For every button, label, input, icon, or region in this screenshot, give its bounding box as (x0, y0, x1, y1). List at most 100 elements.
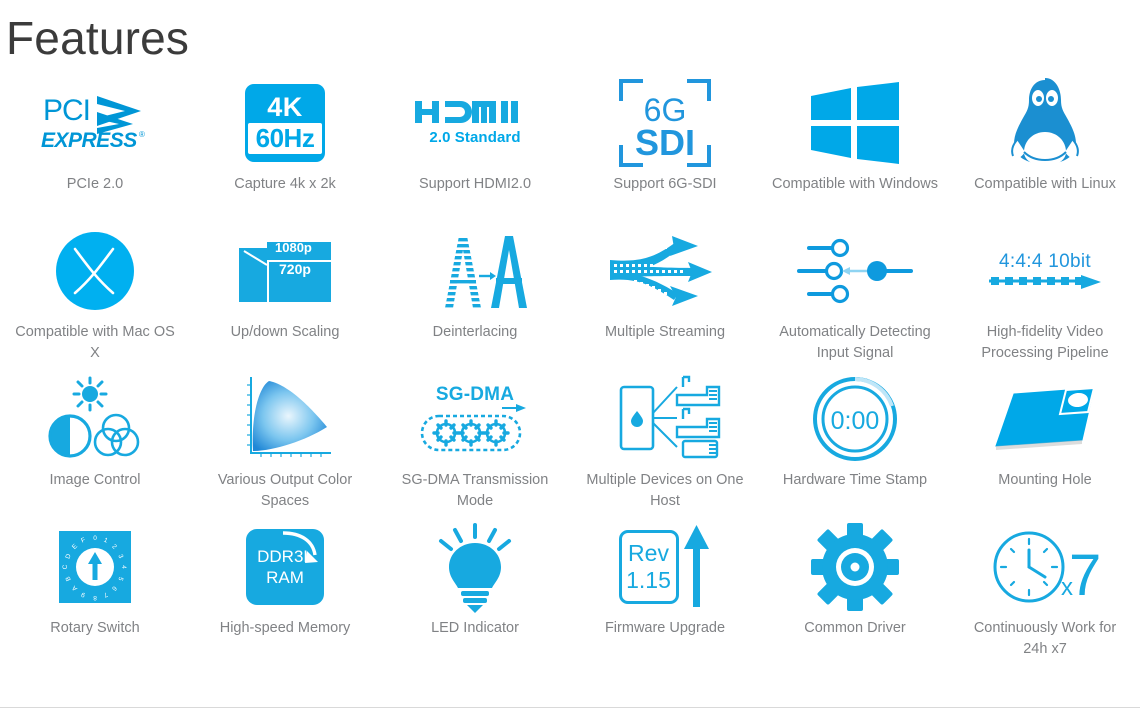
hardware-time-stamp-timer-icon: 0:00 (775, 373, 935, 465)
bottom-divider (0, 707, 1140, 708)
image-control-brightness-icon (15, 373, 175, 465)
ddr3l-ram-badge-icon: DDR3L RAM (205, 521, 365, 613)
feature-item-hdmi: 2.0 Standard Support HDMI2.0 (380, 77, 570, 225)
feature-item-multiple-streaming: Multiple Streaming (570, 225, 760, 373)
feature-label: Image Control (49, 471, 141, 488)
feature-item-deinterlacing: Deinterlacing (380, 225, 570, 373)
feature-label: Deinterlacing (432, 323, 518, 340)
hdmi-standard-text: 2.0 Standard (429, 129, 521, 147)
feature-item-time-stamp: 0:00 Hardware Time Stamp (760, 373, 950, 521)
deinterlacing-aa-icon (395, 225, 555, 317)
feature-label: Various Output Color Spaces (217, 471, 353, 509)
feature-label: Multiple Streaming (604, 323, 726, 340)
svg-text:A: A (70, 583, 78, 591)
led-indicator-bulb-icon (395, 521, 555, 613)
feature-label: Automatically Detecting Input Signal (779, 323, 931, 361)
feature-label: High-speed Memory (219, 619, 351, 636)
svg-text:C: C (62, 564, 69, 569)
feature-item-continuous-work: x 7 Continuously Work for 24h x7 (950, 521, 1140, 669)
svg-text:B: B (65, 575, 73, 582)
feature-item-color-spaces: Various Output Color Spaces (190, 373, 380, 521)
rotary-switch-dial-icon: 0 1 2 3 4 5 6 7 8 9 A B C D E F (15, 521, 175, 613)
feature-label: Continuously Work for 24h x7 (973, 619, 1117, 657)
badge-60hz-text: 60Hz (248, 123, 322, 155)
page-title: Features (6, 12, 190, 64)
feature-item-memory: DDR3L RAM High-speed Memory (190, 521, 380, 669)
feature-label: Rotary Switch (50, 619, 140, 636)
color-depth-text: 4:4:4 10bit (998, 250, 1092, 272)
high-fidelity-444-10bit-icon: 4:4:4 10bit (965, 225, 1125, 317)
feature-item-scaling: 1080p 720p Up/down Scaling (190, 225, 380, 373)
hdmi-logo-icon: 2.0 Standard (395, 77, 555, 169)
resolution-1080p-text: 1080p (275, 239, 312, 255)
auto-detect-signal-sliders-icon (775, 225, 935, 317)
badge-4k-text: 4K (267, 92, 303, 123)
feature-item-firmware: Rev 1.15 Firmware Upgrade (570, 521, 760, 669)
feature-item-capture-4k: 4K 60Hz Capture 4k x 2k (190, 77, 380, 225)
color-gamut-chart-icon (205, 373, 365, 465)
svg-text:6: 6 (110, 584, 118, 592)
sg-dma-text: SG-DMA (435, 383, 515, 405)
timer-value-text: 0:00 (831, 407, 880, 435)
feature-item-sg-dma: SG-DMA SG-DMA Transmission Mode (380, 373, 570, 521)
up-down-scaling-icon: 1080p 720p (205, 225, 365, 317)
feature-item-common-driver: Common Driver (760, 521, 950, 669)
feature-label: High-fidelity Video Processing Pipeline (981, 323, 1109, 361)
mac-os-x-circle-icon (15, 225, 175, 317)
feature-label: SG-DMA Transmission Mode (401, 471, 549, 509)
feature-label: Compatible with Linux (974, 175, 1116, 192)
svg-text:7: 7 (102, 590, 108, 598)
feature-label: Support 6G-SDI (613, 175, 717, 192)
feature-label: Support HDMI2.0 (418, 175, 532, 192)
seven-text: 7 (1069, 543, 1101, 608)
svg-text:5: 5 (116, 575, 124, 581)
feature-item-mounting-hole: Mounting Hole (950, 373, 1140, 521)
feature-label: PCIe 2.0 (66, 175, 124, 192)
feature-item-6g-sdi: 6G SDI Support 6G-SDI (570, 77, 760, 225)
feature-item-rotary-switch: 0 1 2 3 4 5 6 7 8 9 A B C D E F Rotary S… (0, 521, 190, 669)
svg-text:8: 8 (93, 594, 97, 601)
feature-item-multi-devices: Multiple Devices on One Host (570, 373, 760, 521)
ram-text: RAM (266, 567, 304, 587)
feature-label: Multiple Devices on One Host (586, 471, 744, 509)
feature-item-windows: Compatible with Windows (760, 77, 950, 225)
features-grid: PCI EXPRESS ® PCIe 2.0 4K 60Hz Capture 4… (0, 77, 1140, 669)
svg-text:F: F (80, 537, 86, 545)
multiple-streaming-arrows-icon (585, 225, 745, 317)
windows-logo-icon (775, 77, 935, 169)
feature-label: Hardware Time Stamp (782, 471, 928, 488)
feature-item-image-control: Image Control (0, 373, 190, 521)
svg-text:9: 9 (80, 590, 86, 598)
svg-text:EXPRESS: EXPRESS (41, 129, 137, 152)
feature-label: Up/down Scaling (230, 323, 340, 340)
feature-label: Common Driver (804, 619, 906, 636)
svg-text:1: 1 (103, 537, 109, 545)
feature-item-pcie: PCI EXPRESS ® PCIe 2.0 (0, 77, 190, 225)
sdi-text: SDI (635, 122, 695, 163)
multiple-devices-host-icon (585, 373, 745, 465)
feature-label: Mounting Hole (998, 471, 1092, 488)
svg-text:E: E (71, 542, 79, 550)
common-driver-gear-icon (775, 521, 935, 613)
feature-label: Compatible with Windows (771, 175, 938, 192)
svg-text:D: D (64, 553, 72, 560)
feature-item-macos: Compatible with Mac OS X (0, 225, 190, 373)
firmware-upgrade-rev-icon: Rev 1.15 (585, 521, 745, 613)
svg-text:2: 2 (110, 543, 118, 551)
svg-text:®: ® (139, 130, 145, 139)
mounting-hole-plate-icon (965, 373, 1125, 465)
resolution-720p-text: 720p (279, 260, 311, 277)
svg-text:3: 3 (116, 553, 124, 559)
pci-express-logo-icon: PCI EXPRESS ® (15, 77, 175, 169)
feature-item-led-indicator: LED Indicator (380, 521, 570, 669)
feature-label: LED Indicator (431, 619, 519, 636)
feature-item-high-fidelity: 4:4:4 10bit High-fidelity Video Processi… (950, 225, 1140, 373)
feature-item-linux: Compatible with Linux (950, 77, 1140, 225)
linux-penguin-icon (965, 77, 1125, 169)
feature-label: Firmware Upgrade (604, 619, 726, 636)
svg-text:0: 0 (93, 535, 97, 542)
6g-sdi-bracket-icon: 6G SDI (585, 77, 745, 169)
feature-item-auto-detect: Automatically Detecting Input Signal (760, 225, 950, 373)
feature-label: Compatible with Mac OS X (15, 323, 175, 361)
4k-60hz-badge-icon: 4K 60Hz (205, 77, 365, 169)
